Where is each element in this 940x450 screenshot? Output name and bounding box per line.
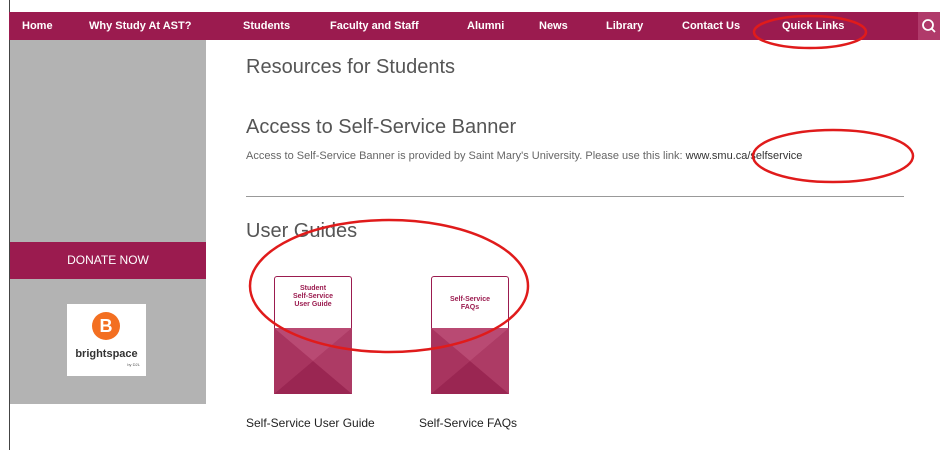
card-pattern bbox=[431, 328, 509, 394]
donate-now-button[interactable]: DONATE NOW bbox=[10, 242, 206, 279]
selfservice-link[interactable]: www.smu.ca/selfservice bbox=[686, 150, 803, 162]
divider bbox=[246, 196, 904, 197]
brightspace-label: brightspace bbox=[75, 348, 138, 360]
nav-library[interactable]: Library bbox=[606, 12, 643, 40]
user-guide-link[interactable]: Self-Service User Guide bbox=[246, 416, 375, 430]
user-guide-card[interactable]: Student Self-Service User Guide bbox=[274, 276, 352, 394]
faq-card[interactable]: Self-Service FAQs bbox=[431, 276, 509, 394]
access-text: Access to Self-Service Banner is provide… bbox=[246, 150, 686, 162]
brightspace-link[interactable]: B brightspace by D2L bbox=[67, 304, 146, 376]
nav-news[interactable]: News bbox=[539, 12, 568, 40]
search-button[interactable] bbox=[918, 12, 940, 40]
user-guides-heading: User Guides bbox=[246, 220, 358, 242]
brightspace-sub-label: by D2L bbox=[127, 362, 140, 367]
nav-faculty-staff[interactable]: Faculty and Staff bbox=[330, 12, 419, 40]
nav-home[interactable]: Home bbox=[22, 12, 53, 40]
nav-quick-links[interactable]: Quick Links bbox=[782, 12, 844, 40]
access-heading: Access to Self-Service Banner bbox=[246, 116, 517, 138]
nav-students[interactable]: Students bbox=[243, 12, 290, 40]
card-title: Self-Service FAQs bbox=[449, 296, 491, 311]
card-title: Student Self-Service User Guide bbox=[292, 285, 334, 308]
search-icon bbox=[922, 19, 936, 33]
faq-link[interactable]: Self-Service FAQs bbox=[419, 416, 517, 430]
top-navigation: Home Why Study At AST? Students Faculty … bbox=[9, 12, 940, 40]
nav-contact-us[interactable]: Contact Us bbox=[682, 12, 740, 40]
nav-alumni[interactable]: Alumni bbox=[467, 12, 504, 40]
brightspace-logo-icon: B bbox=[92, 312, 120, 340]
resources-heading: Resources for Students bbox=[246, 56, 455, 78]
nav-why-study[interactable]: Why Study At AST? bbox=[89, 12, 191, 40]
access-description: Access to Self-Service Banner is provide… bbox=[246, 150, 802, 162]
card-pattern bbox=[274, 328, 352, 394]
